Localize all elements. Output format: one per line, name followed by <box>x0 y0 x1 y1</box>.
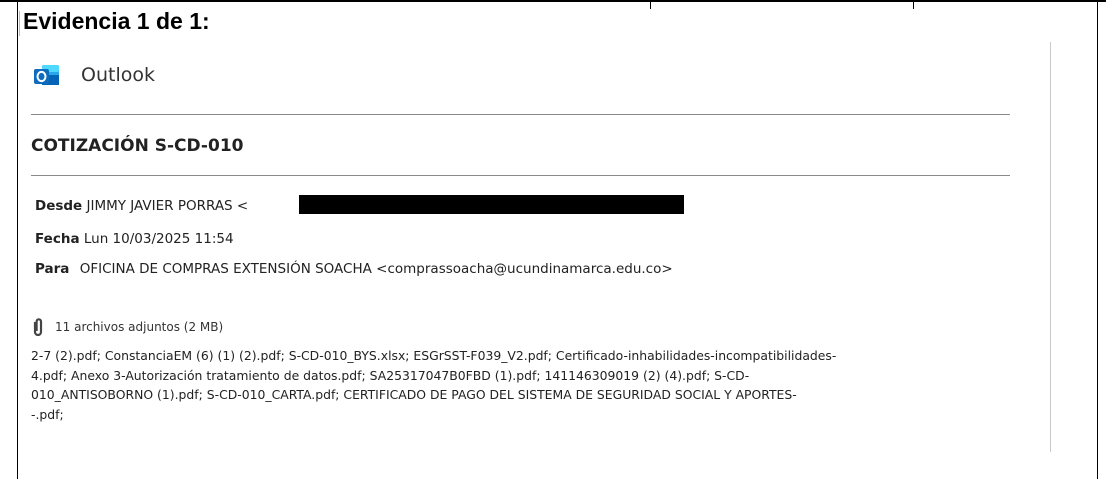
date-label: Fecha <box>35 231 80 247</box>
outlook-app-name: Outlook <box>81 64 155 86</box>
table-left-border <box>17 0 18 479</box>
table-right-border <box>1097 0 1098 479</box>
table-top-border <box>0 0 1106 2</box>
from-label: Desde <box>35 198 83 214</box>
text-cursor-marker <box>19 11 20 36</box>
to-label: Para <box>35 261 70 277</box>
email-subject: COTIZACIÓN S-CD-010 <box>31 136 244 156</box>
attachments-summary-row: 11 archivos adjuntos (2 MB) <box>31 318 223 336</box>
email-to: Para OFICINA DE COMPRAS EXTENSIÓN SOACHA… <box>35 261 673 277</box>
attachments-summary: 11 archivos adjuntos (2 MB) <box>55 320 224 334</box>
from-value: JIMMY JAVIER PORRAS < <box>86 198 249 214</box>
attachments-line: 2-7 (2).pdf; ConstanciaEM (6) (1) (2).pd… <box>31 348 837 363</box>
date-value: Lun 10/03/2025 11:54 <box>83 231 234 247</box>
attachments-line: 4.pdf; Anexo 3-Autorización tratamiento … <box>31 367 750 383</box>
outlook-header: Outlook <box>33 60 155 90</box>
redaction-box <box>299 195 684 214</box>
outlook-icon <box>33 62 60 89</box>
table-cell-divider <box>913 0 914 9</box>
evidence-title: Evidencia 1 de 1: <box>23 8 210 34</box>
email-right-rule <box>1050 42 1051 452</box>
attachments-list: 2-7 (2).pdf; ConstanciaEM (6) (1) (2).pd… <box>31 346 1016 424</box>
divider <box>31 114 1010 115</box>
attachments-line: -.pdf; <box>31 406 64 422</box>
email-date: Fecha Lun 10/03/2025 11:54 <box>35 231 234 247</box>
email-from: Desde JIMMY JAVIER PORRAS < <box>35 198 248 214</box>
paperclip-icon <box>33 318 43 336</box>
divider <box>31 175 1010 176</box>
to-value: OFICINA DE COMPRAS EXTENSIÓN SOACHA <com… <box>79 261 673 277</box>
table-cell-divider <box>650 0 651 9</box>
attachments-line: 010_ANTISOBORNO (1).pdf; S-CD-010_CARTA.… <box>31 387 797 402</box>
